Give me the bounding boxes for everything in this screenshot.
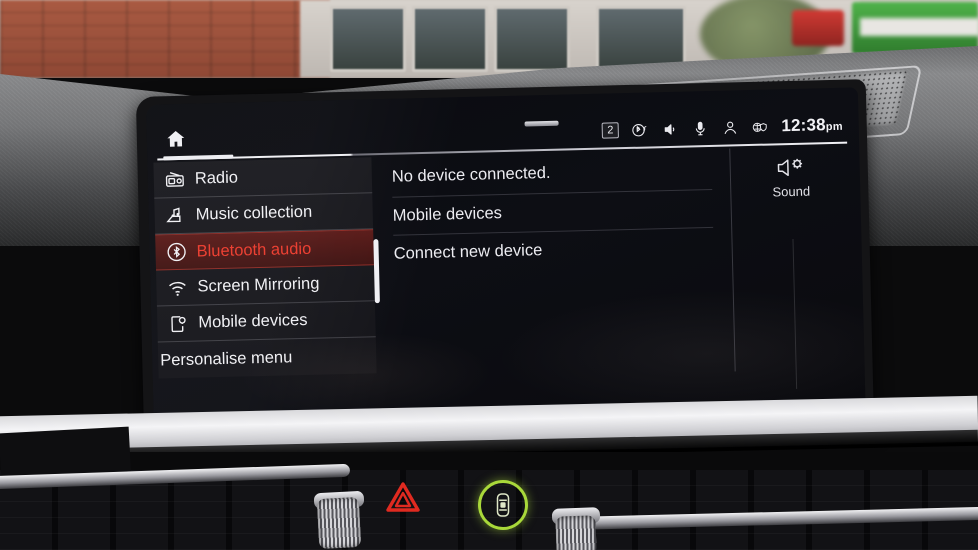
driver-profile-icon[interactable]	[721, 119, 738, 136]
clock-time: 12:38	[781, 115, 827, 136]
menu-item-label: Mobile devices	[198, 310, 308, 332]
home-tab-underline	[163, 154, 234, 161]
main-menu: Radio Music collection Bluetooth audio S…	[153, 157, 377, 379]
building-window	[330, 6, 406, 72]
radio-icon	[165, 171, 184, 187]
no-device-connected-text: No device connected.	[391, 163, 551, 186]
content-panel: No device connected. Mobile devices Conn…	[391, 148, 714, 273]
mobile-device-settings-icon	[171, 315, 186, 332]
right-vent-knob[interactable]	[555, 515, 597, 550]
menu-item-radio[interactable]: Radio	[153, 157, 373, 199]
menu-item-music-collection[interactable]: Music collection	[154, 193, 374, 235]
menu-item-mobile-devices[interactable]: Mobile devices	[156, 301, 376, 343]
menu-item-label: Music collection	[195, 202, 313, 224]
white-signage	[860, 18, 978, 36]
central-locking-button[interactable]	[478, 480, 528, 530]
red-vehicle	[792, 10, 844, 46]
building-window	[494, 6, 570, 72]
bluetooth-icon	[167, 242, 186, 262]
privacy-shield-icon[interactable]	[751, 118, 768, 135]
building-window	[412, 6, 488, 72]
menu-item-screen-mirroring[interactable]: Screen Mirroring	[156, 265, 375, 307]
menu-item-label: Bluetooth audio	[196, 239, 312, 261]
infotainment-screen[interactable]: 2 12:38pm Radio Music collection Bluetoo…	[146, 87, 866, 441]
car-interior-scene: 2 12:38pm Radio Music collection Bluetoo…	[0, 0, 978, 550]
speaker-settings-icon[interactable]	[775, 155, 806, 182]
menu-item-label: Radio	[194, 168, 239, 188]
volume-speaker-icon[interactable]	[661, 120, 678, 137]
content-row-label: Mobile devices	[392, 204, 503, 225]
clock: 12:38pm	[781, 115, 843, 136]
brick-wall	[0, 0, 330, 78]
left-vent-knob[interactable]	[316, 496, 362, 550]
menu-item-bluetooth-audio[interactable]: Bluetooth audio	[155, 229, 374, 271]
music-collection-icon	[166, 207, 181, 222]
menu-item-personalise-menu[interactable]: Personalise menu	[158, 337, 377, 378]
clock-ampm: pm	[825, 120, 843, 134]
wifi-icon	[169, 281, 186, 296]
menu-item-label: Screen Mirroring	[197, 274, 320, 296]
home-icon[interactable]	[165, 128, 188, 151]
menu-item-label: Personalise menu	[160, 347, 293, 369]
bluetooth-audio-icon[interactable]	[631, 121, 648, 138]
content-row-connect-new-device[interactable]: Connect new device	[393, 228, 714, 273]
microphone-icon[interactable]	[691, 120, 708, 137]
notification-count-badge[interactable]: 2	[602, 122, 619, 139]
car-lock-icon	[496, 493, 510, 517]
center-console-trim	[430, 531, 506, 550]
hazard-warning-button[interactable]	[386, 482, 420, 512]
content-row-label: Connect new device	[393, 241, 543, 263]
side-panel-label: Sound	[772, 183, 811, 200]
menu-scrollbar-thumb[interactable]	[373, 239, 380, 304]
